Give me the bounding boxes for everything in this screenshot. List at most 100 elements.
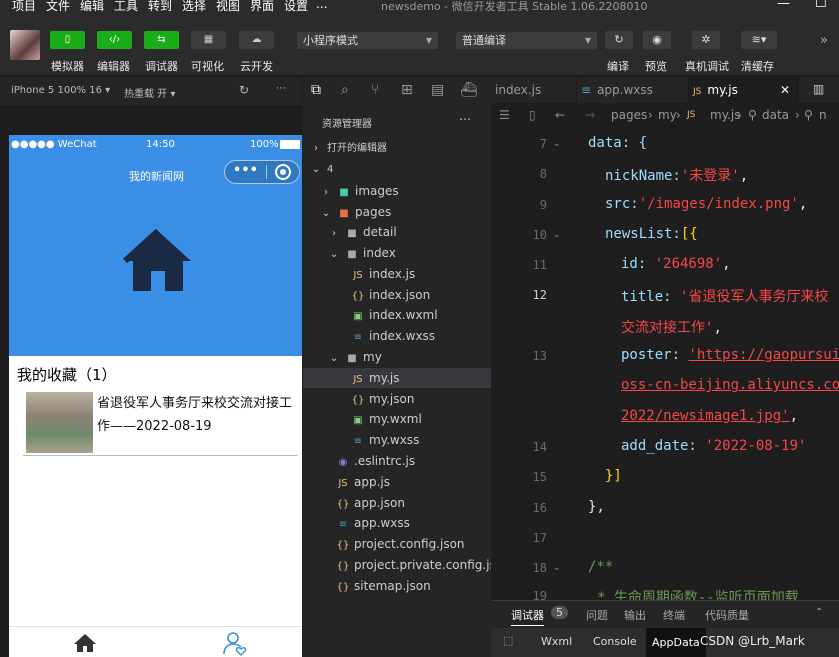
maximize-icon[interactable]: ☐ — [815, 0, 827, 11]
visual-toggle[interactable]: ▦ — [191, 31, 226, 49]
line-number: 7 — [539, 137, 547, 151]
capsule-menu[interactable]: ••• — [224, 160, 300, 184]
tab-appdata[interactable]: AppData — [646, 628, 706, 657]
files-icon[interactable]: ⧉ — [311, 82, 321, 98]
mode-select[interactable]: 小程序模式 ▼ — [297, 32, 438, 49]
fold-icon[interactable]: ⌄ — [553, 230, 561, 240]
tree-item-app-js[interactable]: JS app.js — [303, 472, 491, 492]
favorite-item[interactable]: 省退役军人事务厅来校交流对接工作——2022-08-19 — [23, 388, 298, 456]
docker-icon[interactable]: ⛴ — [460, 82, 478, 98]
tree-item-index[interactable]: ⌄ ■ index — [303, 243, 491, 263]
menu-file[interactable]: 文件 — [46, 0, 70, 14]
tree-item-eslintrc[interactable]: ◉ .eslintrc.js — [303, 451, 491, 471]
tree-item-my[interactable]: ⌄ ■ my — [303, 347, 491, 367]
tab-terminal[interactable]: 终端 — [663, 607, 685, 623]
tree-item-my-json[interactable]: {} my.json — [303, 389, 491, 409]
bookmark-icon[interactable]: ▯ — [529, 103, 536, 127]
split-editor-icon[interactable]: ▥ — [813, 82, 824, 96]
preview-button[interactable]: ◉ — [643, 31, 671, 49]
fold-icon[interactable]: ⌄ — [553, 563, 561, 573]
tree-item-detail[interactable]: › ■ detail — [303, 222, 491, 242]
tree-item-my-wxml[interactable]: ▣ my.wxml — [303, 409, 491, 429]
editor-toggle[interactable]: ‹/› — [97, 31, 132, 49]
compile-label: 编译 — [607, 60, 629, 73]
inspect-icon[interactable]: ⬚ — [503, 634, 513, 647]
tree-item-my-js[interactable]: JS my.js — [303, 368, 491, 388]
crumb-my[interactable]: my — [658, 103, 677, 127]
tab-wxml[interactable]: Wxml — [541, 635, 572, 648]
hotreload-select[interactable]: 热重载 开 ▾ — [124, 85, 175, 100]
tab-output[interactable]: 输出 — [624, 607, 646, 623]
cloud-toggle[interactable]: ☁ — [239, 31, 274, 49]
extensions-icon[interactable]: ⊞ — [401, 82, 413, 98]
tree-item-app-json[interactable]: {} app.json — [303, 493, 491, 513]
battery-label: 100% — [250, 139, 279, 150]
list-icon[interactable]: ☰ — [499, 103, 510, 127]
tab-my-js[interactable]: JS my.js ✕ — [689, 77, 799, 103]
tree-item-project-config[interactable]: {} project.config.json — [303, 534, 491, 554]
tree-item-images[interactable]: › ■ images — [303, 181, 491, 201]
fold-icon[interactable]: ⌄ — [553, 139, 561, 149]
compile-button[interactable]: ↻ — [605, 31, 633, 49]
clearcache-button[interactable]: ≋▾ — [741, 31, 777, 49]
git-icon[interactable]: ⑂ — [371, 82, 379, 98]
tab-code-quality[interactable]: 代码质量 — [705, 607, 749, 623]
open-editors-section[interactable]: › 打开的编辑器 — [303, 139, 491, 159]
close-icon[interactable]: ✕ — [780, 77, 790, 103]
crumb-newslist[interactable]: n — [819, 103, 827, 127]
more-icon[interactable]: ⋯ — [276, 83, 286, 94]
more-icon[interactable]: ⋯ — [459, 112, 471, 126]
back-icon[interactable]: ← — [555, 103, 565, 127]
tree-item-index-json[interactable]: {} index.json — [303, 285, 491, 305]
menu-settings[interactable]: 设置 — [284, 0, 308, 14]
tab-my-icon[interactable] — [222, 630, 248, 656]
refresh-icon[interactable]: ↻ — [239, 83, 249, 97]
simulator-canvas — [0, 107, 302, 135]
explorer-panel: 资源管理器 ⋯ › 打开的编辑器 ⌄ 4 › ■ images ⌄ ■ pages › ■ de… — [303, 107, 491, 657]
realdebug-button[interactable]: ✲ — [692, 31, 720, 49]
menu-edit[interactable]: 编辑 — [80, 0, 104, 14]
crumb-pages[interactable]: pages — [611, 103, 647, 127]
menu-view[interactable]: 视图 — [216, 0, 240, 14]
folder-pages-icon: ■ — [339, 208, 349, 219]
tab-home-icon[interactable] — [73, 633, 97, 653]
tree-item-my-wxss[interactable]: ≡ my.wxss — [303, 430, 491, 450]
tree-item-index-wxss[interactable]: ≡ index.wxss — [303, 326, 491, 346]
panel-icon[interactable]: ▤ — [431, 82, 444, 98]
crumb-data[interactable]: data — [762, 103, 789, 127]
menu-project[interactable]: 项目 — [12, 0, 36, 14]
compile-select[interactable]: 普通编译 ▼ — [456, 32, 597, 49]
chevron-up-icon[interactable]: ⌃ — [815, 607, 823, 618]
crumb-file[interactable]: my.js — [710, 103, 740, 127]
root-folder[interactable]: ⌄ 4 — [303, 160, 491, 180]
tree-item-pages[interactable]: ⌄ ■ pages — [303, 202, 491, 222]
menu-more[interactable]: ... — [316, 0, 327, 11]
json-file-icon: {} — [351, 291, 365, 302]
tree-item-index-wxml[interactable]: ▣ index.wxml — [303, 305, 491, 325]
tab-debugger[interactable]: 调试器 — [511, 607, 544, 626]
tab-problems[interactable]: 问题 — [586, 607, 608, 623]
debugger-toggle[interactable]: ⇆ — [144, 31, 179, 49]
menu-tools[interactable]: 工具 — [114, 0, 138, 14]
code-editor[interactable]: data: { nickName:'未登录', src:'/images/ind… — [571, 127, 839, 600]
avatar[interactable] — [10, 30, 40, 60]
close-mini-icon[interactable] — [275, 164, 291, 180]
tree-item-sitemap[interactable]: {} sitemap.json — [303, 576, 491, 596]
favorites-title: 我的收藏（1） — [17, 366, 117, 384]
folder-images-icon: ■ — [339, 187, 349, 198]
tab-app-wxss[interactable]: ≡ app.wxss — [577, 77, 689, 103]
tree-item-app-wxss[interactable]: ≡ app.wxss — [303, 513, 491, 533]
minimize-icon[interactable]: — — [777, 0, 790, 11]
tree-item-index-js[interactable]: JS index.js — [303, 264, 491, 284]
device-select[interactable]: iPhone 5 100% 16 ▾ — [11, 85, 110, 96]
search-icon[interactable]: ⌕ — [341, 82, 349, 98]
tree-item-project-private-config[interactable]: {}project.private.config.js... — [303, 555, 491, 575]
menu-interface[interactable]: 界面 — [250, 0, 274, 14]
menu-select[interactable]: 选择 — [182, 0, 206, 14]
tab-index-js[interactable]: index.js — [491, 77, 577, 103]
tab-console[interactable]: Console — [593, 635, 637, 648]
simulator-toggle[interactable]: ▯ — [50, 31, 85, 49]
more-dots-icon[interactable]: ••• — [233, 163, 258, 178]
more-chevron-icon[interactable]: » — [820, 33, 828, 48]
menu-goto[interactable]: 转到 — [148, 0, 172, 14]
